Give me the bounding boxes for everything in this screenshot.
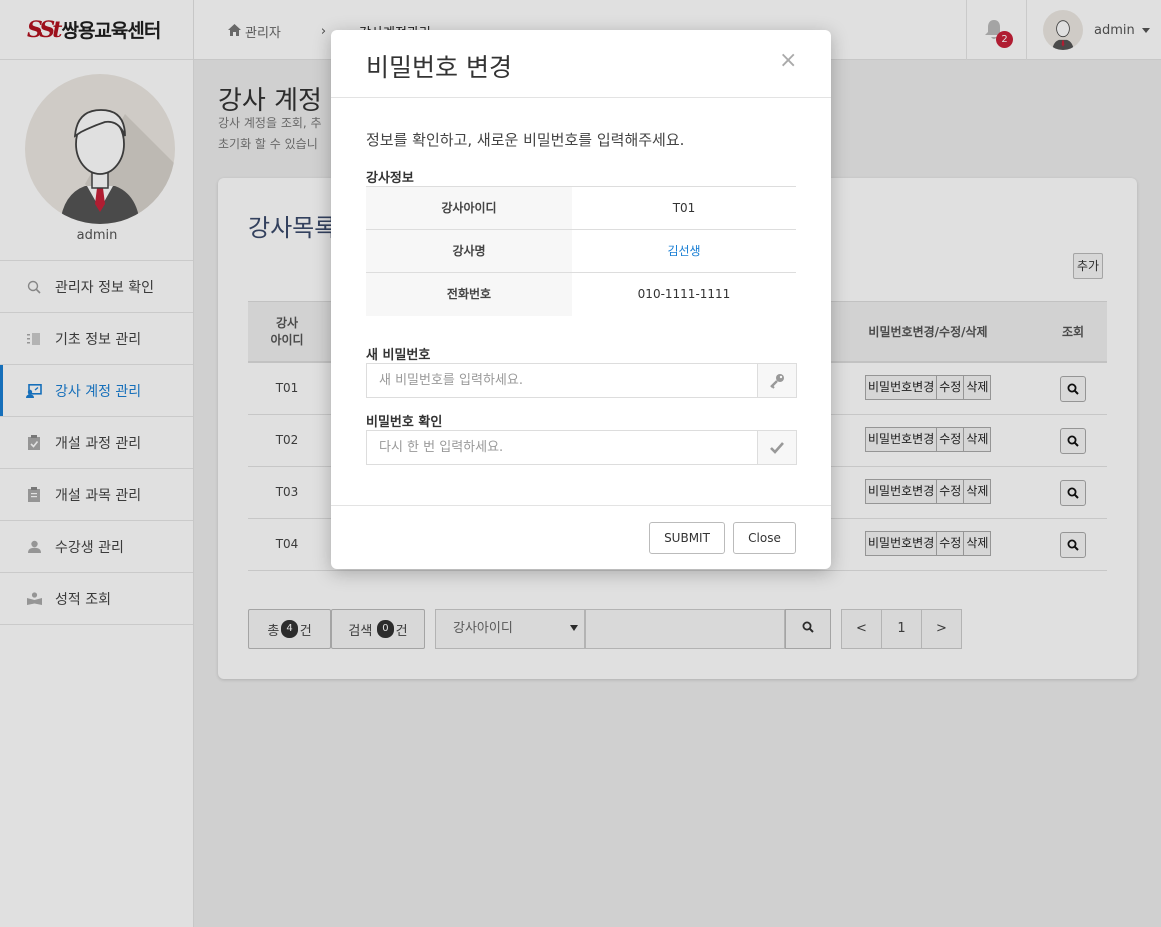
teacher-info-table: 강사아이디 T01 강사명 김선생 전화번호 010-1111-1111 — [366, 186, 796, 316]
confirm-password-label: 비밀번호 확인 — [366, 415, 443, 430]
key-icon — [757, 364, 796, 397]
new-password-label: 새 비밀번호 — [366, 348, 431, 363]
modal-header: 비밀번호 변경 × — [331, 30, 831, 98]
check-icon — [757, 431, 796, 464]
info-key: 강사명 — [366, 230, 572, 272]
close-button[interactable]: Close — [733, 522, 796, 554]
new-password-field — [366, 363, 797, 398]
info-key: 강사아이디 — [366, 187, 572, 229]
new-password-input[interactable] — [367, 364, 757, 397]
info-row: 전화번호 010-1111-1111 — [366, 273, 796, 316]
info-row: 강사아이디 T01 — [366, 187, 796, 230]
info-value: 010-1111-1111 — [637, 287, 731, 301]
change-password-modal: 비밀번호 변경 × 정보를 확인하고, 새로운 비밀번호를 입력해주세요. 강사… — [331, 30, 831, 569]
teacher-info-label: 강사정보 — [366, 171, 414, 186]
info-value: T01 — [672, 201, 696, 215]
info-value[interactable]: 김선생 — [572, 230, 796, 272]
modal-footer: SUBMIT Close — [331, 505, 831, 569]
confirm-password-input[interactable] — [367, 431, 757, 464]
info-key: 전화번호 — [366, 273, 572, 316]
close-icon[interactable]: × — [779, 48, 797, 73]
modal-title: 비밀번호 변경 — [366, 53, 512, 82]
info-row: 강사명 김선생 — [366, 230, 796, 273]
modal-intro: 정보를 확인하고, 새로운 비밀번호를 입력해주세요. — [366, 131, 685, 149]
submit-button[interactable]: SUBMIT — [649, 522, 725, 554]
confirm-password-field — [366, 430, 797, 465]
